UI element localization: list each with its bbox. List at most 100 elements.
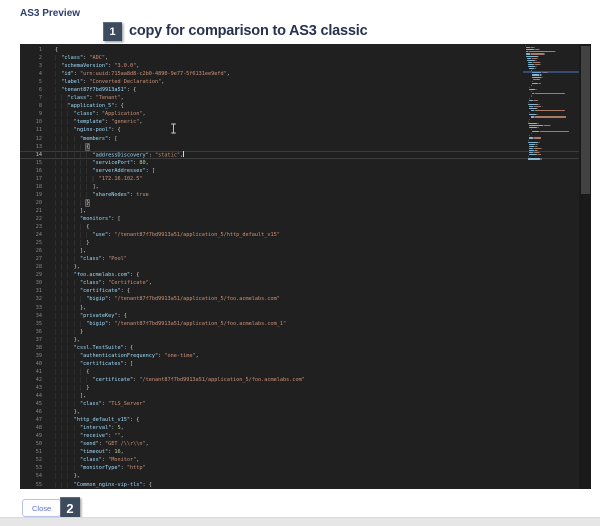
code-line[interactable]: 29 "foo.acmelabs.com": { <box>20 271 579 279</box>
line-number: 17 <box>35 175 42 182</box>
code-line[interactable]: 5 "label": "Converted Declaration", <box>20 78 579 86</box>
code-line[interactable]: 48 "interval": 5, <box>20 424 579 432</box>
code-line[interactable]: 32 "bigip": "/tenant87f7bd9913a51/applic… <box>20 295 579 303</box>
code-line[interactable]: 49 "receive": "", <box>20 432 579 440</box>
code-token: "serverAddresses" <box>92 167 146 174</box>
code-line[interactable]: 19 "shareNodes": true <box>20 191 579 199</box>
code-line[interactable]: 34 "privateKey": { <box>20 312 579 320</box>
code-line[interactable]: 44 ], <box>20 392 579 400</box>
code-token: : [ <box>108 135 118 142</box>
code-line[interactable]: 18 ], <box>20 183 579 191</box>
code-line[interactable]: 23 { <box>20 223 579 231</box>
minimap-line <box>534 89 537 91</box>
code-line[interactable]: 8 "application_5": { <box>20 102 579 110</box>
indent-guides <box>55 304 80 311</box>
indent-guides <box>55 183 93 190</box>
indent-guides <box>55 288 80 295</box>
code-line[interactable]: 43 } <box>20 384 579 392</box>
code-line[interactable]: 22 "monitors": [ <box>20 215 579 223</box>
code-line[interactable]: 36 } <box>20 328 579 336</box>
code-line[interactable]: 7 "class": "Tenant", <box>20 94 579 102</box>
code-line[interactable]: 9 "class": "Application", <box>20 110 579 118</box>
code-token: , <box>145 441 149 448</box>
code-token: { <box>86 143 90 150</box>
code-token: "label" <box>61 79 84 86</box>
minimap-line <box>539 152 541 154</box>
code-line[interactable]: 53 "monitorType": "http" <box>20 464 579 472</box>
line-number: 48 <box>35 425 42 432</box>
indent-guides <box>55 111 74 118</box>
code-line[interactable]: 33 }, <box>20 304 579 312</box>
code-line[interactable]: 25 } <box>20 239 579 247</box>
code-token: "Tenant" <box>95 95 121 102</box>
code-line[interactable]: 6 "tenant87f7bd9913a51": { <box>20 86 579 94</box>
line-number: 14 <box>35 151 42 158</box>
code-line[interactable]: 10 "template": "generic", <box>20 118 579 126</box>
code-line[interactable]: 4 "id": "urn:uuid:715aa8d8-c2b0-4890-9e7… <box>20 70 579 78</box>
indent-guides <box>55 401 80 408</box>
code-line[interactable]: 42 "certificate": "/tenant87f7bd9913a51/… <box>20 376 579 384</box>
editor-scrollbar[interactable] <box>579 44 591 489</box>
indent-guides <box>55 328 80 335</box>
minimap-line <box>535 116 566 118</box>
code-token: "Application" <box>101 111 143 118</box>
code-line[interactable]: 35 "bigip": "/tenant87f7bd9913a51/applic… <box>20 320 579 328</box>
line-number: 55 <box>35 481 42 488</box>
code-token: "application_5" <box>67 103 115 110</box>
code-line[interactable]: 13 { <box>20 143 579 151</box>
code-line[interactable]: 16 "serverAddresses": [ <box>20 167 579 175</box>
code-line[interactable]: 24 "use": "/tenant87f7bd9913a51/applicat… <box>20 231 579 239</box>
code-lines-area[interactable]: 1{2 "class": "ADC", 3 "schemaVersion": "3… <box>20 46 579 489</box>
code-line[interactable]: 50 "send": "GET /\\r\\n", <box>20 440 579 448</box>
code-line[interactable]: 55 "Common_nginx-vip-tls": { <box>20 481 579 489</box>
code-line[interactable]: 26 ], <box>20 247 579 255</box>
code-token: "Pool" <box>108 256 127 263</box>
code-line[interactable]: 21 ], <box>20 207 579 215</box>
line-number: 26 <box>35 248 42 255</box>
code-line[interactable]: 45 "class": "TLS_Server" <box>20 400 579 408</box>
code-line[interactable]: 37 }, <box>20 336 579 344</box>
code-line[interactable]: 31 "certificate": { <box>20 287 579 295</box>
indent-guides <box>55 320 87 327</box>
code-line[interactable]: 52 "class": "Monitor", <box>20 456 579 464</box>
code-line[interactable]: 54 }, <box>20 472 579 480</box>
line-number: 31 <box>35 288 42 295</box>
code-line[interactable]: 1{ <box>20 46 579 54</box>
code-line[interactable]: 46 }, <box>20 408 579 416</box>
code-line[interactable]: 12 "members": [ <box>20 135 579 143</box>
line-number: 42 <box>35 376 42 383</box>
scrollbar-thumb[interactable] <box>580 46 590 194</box>
code-line[interactable]: 27 "class": "Pool" <box>20 255 579 263</box>
code-line[interactable]: 39 "authenticationFrequency": "one-time"… <box>20 352 579 360</box>
code-line[interactable]: 11 "nginx-pool": { <box>20 126 579 134</box>
close-button[interactable]: Close <box>22 499 62 517</box>
code-token: , <box>226 71 230 78</box>
code-line[interactable]: 2 "class": "ADC", <box>20 54 579 62</box>
code-line[interactable]: 3 "schemaVersion": "3.0.0", <box>20 62 579 70</box>
code-line[interactable]: 38 "cssl.TestSuite": { <box>20 344 579 352</box>
code-line[interactable]: 51 "timeout": 16, <box>20 448 579 456</box>
code-line[interactable]: 30 "class": "Certificate", <box>20 279 579 287</box>
line-number: 16 <box>35 167 42 174</box>
json-code-editor[interactable]: 1{2 "class": "ADC", 3 "schemaVersion": "3… <box>20 44 591 489</box>
indent-guides <box>55 207 80 214</box>
editor-minimap[interactable] <box>523 44 579 194</box>
code-token: "privateKey" <box>80 312 118 319</box>
code-token: "class" <box>80 401 102 408</box>
code-line[interactable]: 14 "addressDiscovery": "static", <box>20 150 579 159</box>
indent-guides <box>55 167 93 174</box>
code-line[interactable]: 15 "servicePort": 80, <box>20 159 579 167</box>
annotation-label: copy for comparison to AS3 classic <box>129 23 368 39</box>
code-token: "timeout" <box>80 449 109 456</box>
indent-guides <box>55 199 87 206</box>
code-line[interactable]: 20 } <box>20 199 579 207</box>
code-line[interactable]: 47 "http_default_v15": { <box>20 416 579 424</box>
code-token: , <box>136 457 140 464</box>
code-line[interactable]: 40 "certificates": [ <box>20 360 579 368</box>
code-line[interactable]: 17 "172.16.102.5" <box>20 175 579 183</box>
code-token: "/tenant87f7bd9913a51/application_5/foo.… <box>139 376 305 383</box>
minimap-line <box>538 141 540 143</box>
code-line[interactable]: 41 { <box>20 368 579 376</box>
code-line[interactable]: 28 }, <box>20 263 579 271</box>
line-number: 10 <box>35 119 42 126</box>
